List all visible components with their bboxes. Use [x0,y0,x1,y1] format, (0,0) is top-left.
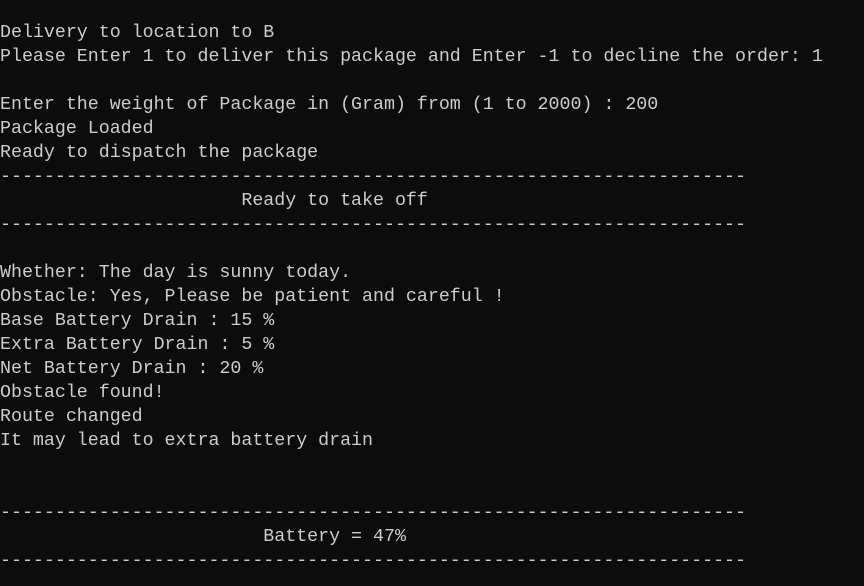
console-line: Ready to dispatch the package [0,143,319,163]
console-line: Enter the weight of Package in (Gram) fr… [0,95,659,115]
console-line: Battery = 47% [0,527,406,547]
console-output: Delivery to location to B Please Enter 1 … [0,21,823,573]
console-line: Obstacle: Yes, Please be patient and car… [0,287,505,307]
separator-line: ----------------------------------------… [0,503,746,523]
console-line: Net Battery Drain : 20 % [0,359,264,379]
console-line: Base Battery Drain : 15 % [0,311,275,331]
separator-line: ----------------------------------------… [0,215,746,235]
console-line: Route changed [0,407,143,427]
separator-line: ----------------------------------------… [0,551,746,571]
console-line: Please Enter 1 to deliver this package a… [0,47,823,67]
separator-line: ----------------------------------------… [0,167,746,187]
console-line: Package Loaded [0,119,154,139]
console-line: Extra Battery Drain : 5 % [0,335,275,355]
console-line: It may lead to extra battery drain [0,431,373,451]
console-line: Ready to take off [0,191,428,211]
console-line: Whether: The day is sunny today. [0,263,352,283]
console-line: Obstacle found! [0,383,165,403]
console-line: Delivery to location to B [0,23,275,43]
